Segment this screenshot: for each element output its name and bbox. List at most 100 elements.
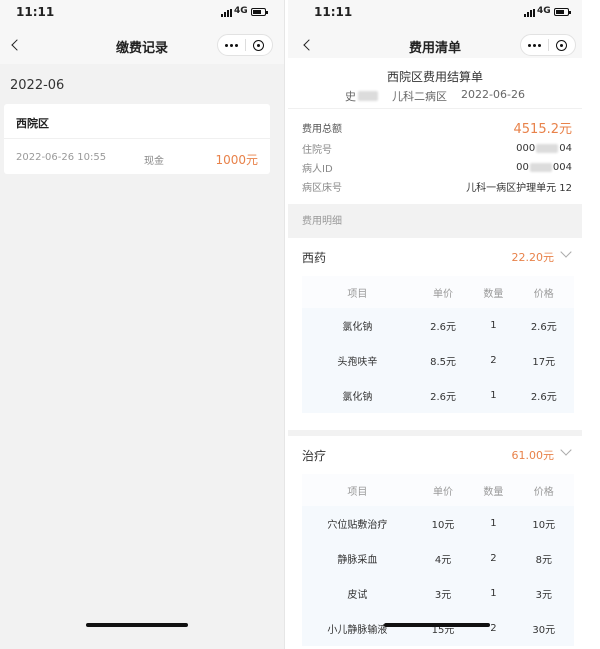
cell-price: 3元 bbox=[535, 590, 552, 601]
column-header-price: 价格 bbox=[513, 474, 574, 506]
patient-id-label: 病人ID bbox=[302, 163, 333, 175]
more-button[interactable] bbox=[521, 35, 548, 55]
cell-qty: 2 bbox=[490, 623, 497, 634]
signal-icon bbox=[524, 9, 535, 17]
back-button[interactable] bbox=[296, 34, 318, 56]
nav-bar: 缴费记录 bbox=[0, 26, 284, 64]
patient-name: 史 bbox=[345, 88, 379, 104]
close-target-icon bbox=[556, 39, 568, 51]
cell-item: 小儿静脉输液 bbox=[327, 625, 388, 636]
column-header-unit-price: 单价 bbox=[412, 474, 474, 506]
column-header-unit-price: 单价 bbox=[412, 276, 474, 308]
total-fee-row: 费用总额 4515.2元 bbox=[302, 118, 573, 137]
total-fee-value: 4515.2元 bbox=[513, 121, 573, 137]
cell-qty: 1 bbox=[490, 518, 497, 529]
fee-table: 项目 单价 数量 价格 氯化钠 2.6元 1 2.6元 头孢呋辛 8.5元 2 … bbox=[302, 276, 574, 413]
column-header-item: 项目 bbox=[302, 474, 413, 506]
close-target-icon bbox=[253, 39, 265, 51]
status-bar: 11:11 4G bbox=[288, 0, 582, 26]
total-fee-label: 费用总额 bbox=[302, 123, 342, 135]
table-row: 皮试 3元 1 3元 bbox=[302, 576, 574, 611]
mini-program-capsule bbox=[520, 34, 576, 56]
payment-records-screen: 11:11 4G 缴费记录 2022-06 西院区 2022-06-26 10:… bbox=[0, 0, 285, 649]
fee-detail-label: 费用明细 bbox=[302, 216, 342, 227]
cell-unit-price: 15元 bbox=[431, 625, 455, 636]
cell-item: 氯化钠 bbox=[342, 322, 373, 333]
bed-number-label: 病区床号 bbox=[302, 182, 342, 194]
cell-unit-price: 10元 bbox=[431, 520, 455, 531]
section-name: 西药 bbox=[302, 251, 327, 265]
settlement-date: 2022-06-26 bbox=[461, 88, 525, 101]
inpatient-number-value: 000 04 bbox=[516, 142, 572, 154]
patient-id-value: 00 004 bbox=[516, 161, 572, 173]
fee-table: 项目 单价 数量 价格 穴位贴敷治疗 10元 1 10元 静脉采血 4元 2 8… bbox=[302, 474, 574, 646]
table-row: 小儿静脉输液 15元 2 30元 bbox=[302, 611, 574, 646]
table-row: 头孢呋辛 8.5元 2 17元 bbox=[302, 343, 574, 378]
status-time: 11:11 bbox=[16, 5, 55, 19]
cell-qty: 2 bbox=[490, 553, 497, 564]
month-header: 2022-06 bbox=[10, 78, 65, 93]
hospital-name: 西院区 bbox=[16, 117, 49, 130]
cell-unit-price: 2.6元 bbox=[430, 322, 456, 333]
patient-id-row: 病人ID 00 004 bbox=[302, 158, 572, 176]
back-chevron-icon bbox=[303, 39, 315, 51]
payment-card: 西院区 2022-06-26 10:55 现金 1000元 bbox=[4, 104, 270, 174]
redaction-mask bbox=[358, 91, 379, 101]
network-type: 4G bbox=[537, 6, 551, 16]
table-row: 静脉采血 4元 2 8元 bbox=[302, 541, 574, 576]
more-dots-icon bbox=[224, 43, 228, 47]
column-header-item: 项目 bbox=[302, 276, 413, 308]
redaction-mask bbox=[536, 143, 559, 153]
status-time: 11:11 bbox=[314, 5, 353, 19]
cell-price: 8元 bbox=[535, 555, 552, 566]
cell-item: 穴位贴敷治疗 bbox=[327, 520, 388, 531]
section-total: 61.00元 bbox=[511, 449, 555, 462]
more-dots-icon bbox=[527, 43, 531, 47]
cell-qty: 2 bbox=[490, 355, 497, 366]
back-button[interactable] bbox=[4, 34, 26, 56]
more-button[interactable] bbox=[218, 35, 245, 55]
chevron-down-icon bbox=[560, 246, 572, 258]
column-header-qty: 数量 bbox=[473, 474, 514, 506]
section-total: 22.20元 bbox=[511, 251, 555, 264]
cell-price: 2.6元 bbox=[530, 322, 557, 333]
status-bar: 11:11 4G bbox=[0, 0, 284, 26]
payment-method: 现金 bbox=[144, 156, 164, 167]
home-indicator bbox=[86, 623, 188, 627]
cell-item: 头孢呋辛 bbox=[337, 357, 378, 368]
section-name: 治疗 bbox=[302, 449, 327, 463]
bed-number-value: 儿科一病区护理单元 12 bbox=[466, 182, 572, 194]
section-header[interactable]: 西药 22.20元 bbox=[288, 238, 582, 274]
ward-name: 儿科二病区 bbox=[392, 90, 448, 103]
redaction-mask bbox=[529, 162, 552, 172]
close-mini-program-button[interactable] bbox=[549, 35, 576, 55]
cell-price: 30元 bbox=[532, 625, 556, 636]
cell-unit-price: 8.5元 bbox=[430, 357, 456, 368]
home-indicator bbox=[384, 623, 490, 627]
fee-section-treatment: 治疗 61.00元 项目 单价 数量 价格 穴位贴敷治疗 10元 1 10元 静… bbox=[288, 436, 582, 649]
payment-datetime: 2022-06-26 10:55 bbox=[16, 152, 107, 163]
close-mini-program-button[interactable] bbox=[246, 35, 273, 55]
column-header-price: 价格 bbox=[513, 276, 574, 308]
inpatient-number-label: 住院号 bbox=[302, 144, 332, 156]
cell-item: 氯化钠 bbox=[342, 392, 373, 403]
table-row: 氯化钠 2.6元 1 2.6元 bbox=[302, 378, 574, 413]
chevron-down-icon bbox=[560, 444, 572, 456]
payment-record-row[interactable]: 2022-06-26 10:55 现金 1000元 bbox=[4, 139, 270, 174]
table-header-row: 项目 单价 数量 价格 bbox=[302, 276, 574, 308]
inpatient-number-row: 住院号 000 04 bbox=[302, 139, 572, 157]
back-chevron-icon bbox=[11, 39, 23, 51]
cell-qty: 1 bbox=[490, 320, 497, 331]
cell-qty: 1 bbox=[490, 390, 497, 401]
settlement-title: 西院区费用结算单 bbox=[386, 70, 483, 84]
cell-item: 皮试 bbox=[347, 590, 368, 601]
battery-icon bbox=[554, 8, 571, 16]
cell-price: 2.6元 bbox=[530, 392, 557, 403]
column-header-qty: 数量 bbox=[473, 276, 514, 308]
table-row: 穴位贴敷治疗 10元 1 10元 bbox=[302, 506, 574, 541]
payment-amount: 1000元 bbox=[215, 153, 258, 167]
cell-unit-price: 2.6元 bbox=[430, 392, 456, 403]
section-header[interactable]: 治疗 61.00元 bbox=[288, 436, 582, 472]
signal-icon bbox=[221, 9, 232, 17]
cell-price: 17元 bbox=[532, 357, 556, 368]
